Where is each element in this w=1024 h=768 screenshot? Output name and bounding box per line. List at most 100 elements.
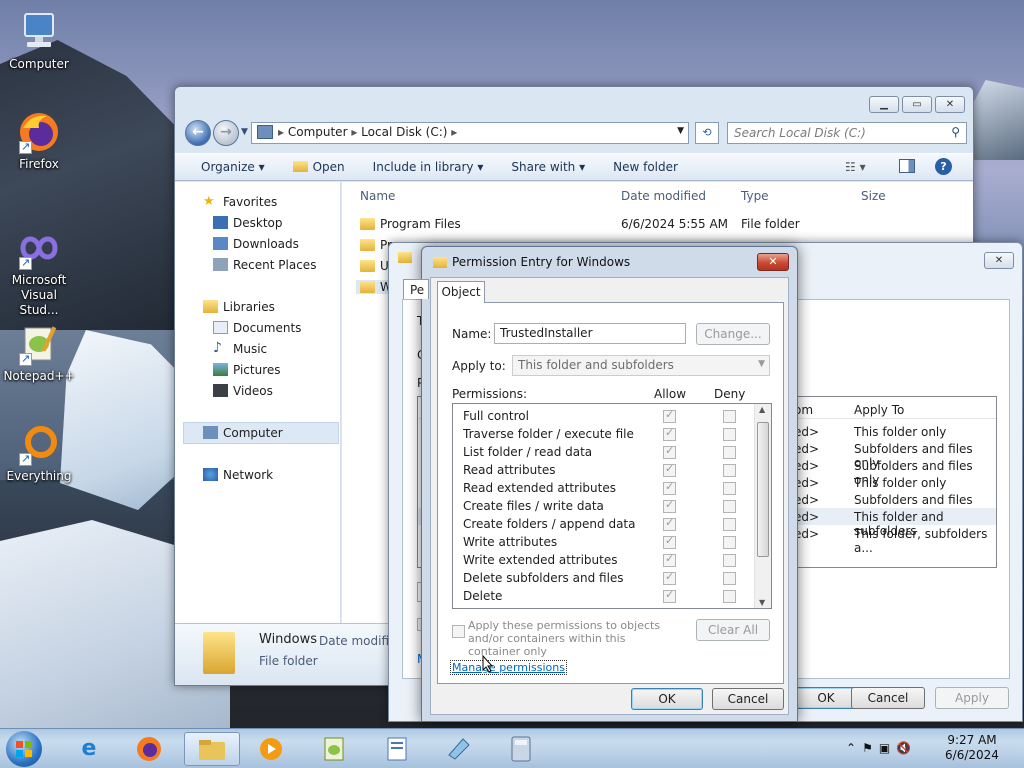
tab-object[interactable]: Object <box>437 281 485 303</box>
share-with-button[interactable]: Share with ▾ <box>497 160 599 174</box>
recent-pages-dropdown[interactable]: ▼ <box>241 127 248 137</box>
address-bar[interactable]: ▸ Computer ▸ Local Disk (C:) ▸ ▼ <box>251 122 689 144</box>
allow-checkbox[interactable] <box>663 516 676 531</box>
column-size[interactable]: Size <box>861 189 886 203</box>
file-row[interactable]: Program Files <box>360 217 461 231</box>
network-icon[interactable]: ▣ <box>879 741 896 755</box>
column-name[interactable]: Name <box>360 189 395 203</box>
deny-checkbox[interactable] <box>723 482 736 495</box>
allow-checkbox[interactable] <box>663 444 676 459</box>
maximize-button[interactable]: ▭ <box>902 96 932 113</box>
taskbar-internet-explorer-icon[interactable]: e <box>64 732 114 766</box>
taskbar-calculator-icon[interactable] <box>496 732 546 766</box>
new-folder-button[interactable]: New folder <box>599 160 692 174</box>
desktop-icon-notepadpp[interactable]: Notepad++ <box>1 322 77 384</box>
scroll-thumb[interactable] <box>757 422 769 557</box>
allow-checkbox[interactable] <box>663 426 676 441</box>
cancel-button[interactable]: Cancel <box>712 688 784 710</box>
search-input[interactable]: Search Local Disk (C:) ⚲ <box>727 122 967 144</box>
apply-button[interactable]: Apply <box>935 687 1009 709</box>
allow-checkbox[interactable] <box>663 480 676 495</box>
allow-checkbox[interactable] <box>663 534 676 549</box>
nav-downloads[interactable]: Downloads <box>213 237 299 251</box>
close-button[interactable]: ✕ <box>757 253 789 271</box>
breadcrumb-local-disk[interactable]: Local Disk (C:) <box>361 125 447 139</box>
nav-pictures[interactable]: Pictures <box>213 363 281 377</box>
deny-checkbox[interactable] <box>723 590 736 603</box>
forward-button[interactable]: → <box>213 120 239 146</box>
command-bar: Organize ▾ Open Include in library ▾ Sha… <box>175 153 973 181</box>
taskbar-notepadpp-icon[interactable] <box>310 732 360 766</box>
folder-icon <box>360 239 375 251</box>
deny-checkbox[interactable] <box>723 536 736 549</box>
open-button[interactable]: Open <box>279 160 359 174</box>
refresh-button[interactable]: ⟲ <box>695 122 719 144</box>
change-button[interactable]: Change... <box>696 323 770 345</box>
breadcrumb-computer[interactable]: Computer <box>288 125 348 139</box>
scroll-up-icon[interactable]: ▲ <box>759 405 765 414</box>
desktop-icon-firefox[interactable]: Firefox <box>1 110 77 172</box>
start-button[interactable] <box>6 731 42 767</box>
column-type[interactable]: Type <box>741 189 769 203</box>
nav-network[interactable]: Network <box>203 468 273 482</box>
volume-muted-icon[interactable]: 🔇 <box>896 741 917 755</box>
column-date-modified[interactable]: Date modified <box>621 189 706 203</box>
address-dropdown-icon[interactable]: ▼ <box>677 126 684 136</box>
allow-checkbox[interactable] <box>663 408 676 423</box>
taskbar-media-player-icon[interactable] <box>246 732 296 766</box>
close-button[interactable]: ✕ <box>935 96 965 113</box>
minimize-button[interactable]: ▁ <box>869 96 899 113</box>
taskbar-paint-icon[interactable] <box>434 732 484 766</box>
action-center-flag-icon[interactable]: ⚑ <box>862 741 879 755</box>
ok-button[interactable]: OK <box>631 688 703 710</box>
nav-desktop[interactable]: Desktop <box>213 216 283 230</box>
help-icon[interactable]: ? <box>935 158 952 175</box>
search-icon: ⚲ <box>951 125 960 139</box>
taskbar-explorer-icon[interactable] <box>184 732 240 766</box>
taskbar-wordpad-icon[interactable] <box>372 732 422 766</box>
desktop-icon-computer[interactable]: Computer <box>1 10 77 72</box>
manage-permissions-link[interactable]: Manage permissions <box>450 660 567 675</box>
cancel-button[interactable]: Cancel <box>851 687 925 709</box>
nav-documents[interactable]: Documents <box>213 321 301 335</box>
deny-checkbox[interactable] <box>723 410 736 423</box>
deny-checkbox[interactable] <box>723 464 736 477</box>
folder-icon <box>360 218 375 230</box>
deny-checkbox[interactable] <box>723 500 736 513</box>
organize-button[interactable]: Organize ▾ <box>187 160 279 174</box>
deny-checkbox[interactable] <box>723 446 736 459</box>
apply-within-container-checkbox[interactable] <box>452 625 465 638</box>
taskbar-firefox-icon[interactable] <box>124 732 174 766</box>
view-options-icon[interactable]: ☷ ▾ <box>845 160 866 174</box>
allow-checkbox[interactable] <box>663 462 676 477</box>
nav-computer[interactable]: Computer <box>203 426 283 440</box>
nav-music[interactable]: ♪ Music <box>213 340 267 356</box>
nav-videos[interactable]: Videos <box>213 384 273 398</box>
deny-checkbox[interactable] <box>723 554 736 567</box>
scroll-down-icon[interactable]: ▼ <box>759 598 765 607</box>
show-hidden-icons[interactable]: ⌃ <box>846 741 862 755</box>
desktop-icon-everything[interactable]: Everything <box>1 422 77 484</box>
column-apply-to[interactable]: Apply To <box>854 403 904 417</box>
nav-libraries[interactable]: Libraries <box>203 300 275 314</box>
preview-pane-icon[interactable] <box>899 159 915 173</box>
allow-checkbox[interactable] <box>663 552 676 567</box>
apply-to-select[interactable]: This folder and subfolders ▼ <box>512 355 770 376</box>
allow-checkbox[interactable] <box>663 498 676 513</box>
deny-checkbox[interactable] <box>723 428 736 441</box>
include-in-library-button[interactable]: Include in library ▾ <box>359 160 498 174</box>
nav-favorites[interactable]: ★ Favorites <box>203 194 277 209</box>
allow-checkbox[interactable] <box>663 588 676 603</box>
deny-checkbox[interactable] <box>723 518 736 531</box>
close-button[interactable]: ✕ <box>984 252 1014 269</box>
file-row[interactable]: U <box>360 259 389 273</box>
tab-permissions[interactable]: Pe <box>403 279 429 299</box>
allow-checkbox[interactable] <box>663 570 676 585</box>
clear-all-button[interactable]: Clear All <box>696 619 770 641</box>
system-clock[interactable]: 9:27 AM 6/6/2024 <box>940 733 1004 763</box>
nav-recent-places[interactable]: Recent Places <box>213 258 316 272</box>
back-button[interactable]: ← <box>185 120 211 146</box>
desktop-icon-visual-studio[interactable]: Microsoft Visual Stud... <box>1 226 77 318</box>
permissions-scrollbar[interactable]: ▲ ▼ <box>754 404 771 608</box>
deny-checkbox[interactable] <box>723 572 736 585</box>
